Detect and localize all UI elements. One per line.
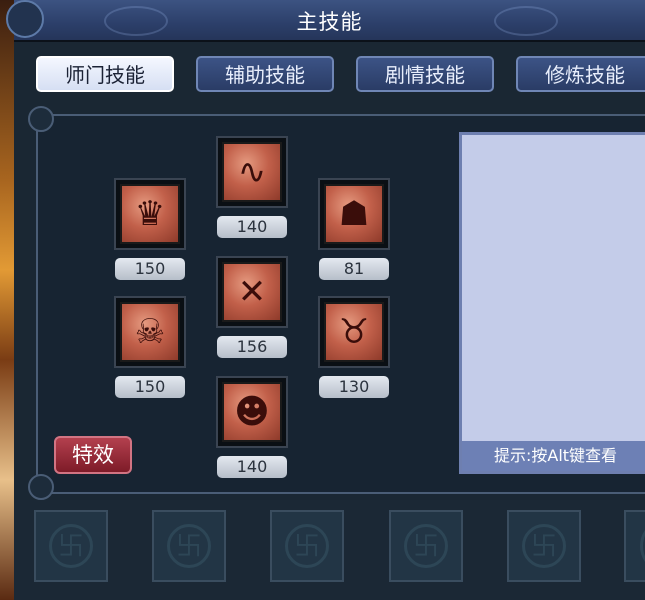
empty-slot-icon: 卐: [639, 524, 645, 568]
mask-scroll-icon: ☗: [324, 184, 384, 244]
quick-slot-5[interactable]: 卐: [507, 510, 581, 582]
skill-level: 81: [319, 258, 389, 280]
panel-corner-ornament: [28, 474, 54, 500]
empty-slot-icon: 卐: [522, 524, 566, 568]
skill-level: 130: [319, 376, 389, 398]
quick-slot-1[interactable]: 卐: [34, 510, 108, 582]
tab-cultivation-skills[interactable]: 修炼技能: [516, 56, 645, 92]
skill-slot-5[interactable]: ✕: [216, 256, 288, 328]
skill-window: 主技能 师门技能 辅助技能 剧情技能 修炼技能 ♛ 150 ∿ 140 ☗ 81…: [6, 0, 645, 600]
skill-slot-6[interactable]: ♉: [318, 296, 390, 368]
empty-slot-icon: 卐: [167, 524, 211, 568]
empty-slot-icon: 卐: [404, 524, 448, 568]
empty-slot-icon: 卐: [285, 524, 329, 568]
whip-icon: ∿: [222, 142, 282, 202]
quick-slot-6[interactable]: 卐: [624, 510, 645, 582]
tab-bar: 师门技能 辅助技能 剧情技能 修炼技能: [14, 52, 645, 102]
skill-level: 140: [217, 456, 287, 478]
caged-demon-icon: ☠: [120, 302, 180, 362]
skill-level: 150: [115, 258, 185, 280]
empty-slot-icon: 卐: [49, 524, 93, 568]
slash-orb-icon: ✕: [222, 262, 282, 322]
quick-slot-4[interactable]: 卐: [389, 510, 463, 582]
beast-head-icon: ☻: [222, 382, 282, 442]
skill-level: 140: [217, 216, 287, 238]
skill-slot-3[interactable]: ☗: [318, 178, 390, 250]
skill-slot-1[interactable]: ♛: [114, 178, 186, 250]
panel-corner-ornament: [28, 106, 54, 132]
tab-school-skills[interactable]: 师门技能: [36, 56, 174, 92]
window-title: 主技能: [296, 10, 363, 34]
quick-slot-3[interactable]: 卐: [270, 510, 344, 582]
tab-story-skills[interactable]: 剧情技能: [356, 56, 494, 92]
quick-slot-2[interactable]: 卐: [152, 510, 226, 582]
skill-level: 150: [115, 376, 185, 398]
quick-slot-bar: 卐 卐 卐 卐 卐 卐: [14, 500, 645, 600]
crown-demon-icon: ♛: [120, 184, 180, 244]
skill-slot-4[interactable]: ☠: [114, 296, 186, 368]
skill-description-panel: 提示:按Alt键查看: [459, 132, 645, 474]
tab-auxiliary-skills[interactable]: 辅助技能: [196, 56, 334, 92]
title-bar[interactable]: 主技能: [6, 0, 645, 42]
skill-slot-2[interactable]: ∿: [216, 136, 288, 208]
alt-key-hint: 提示:按Alt键查看: [462, 441, 645, 471]
effect-button[interactable]: 特效: [54, 436, 132, 474]
wings-icon: ♉: [324, 302, 384, 362]
skill-level: 156: [217, 336, 287, 358]
skill-slot-7[interactable]: ☻: [216, 376, 288, 448]
